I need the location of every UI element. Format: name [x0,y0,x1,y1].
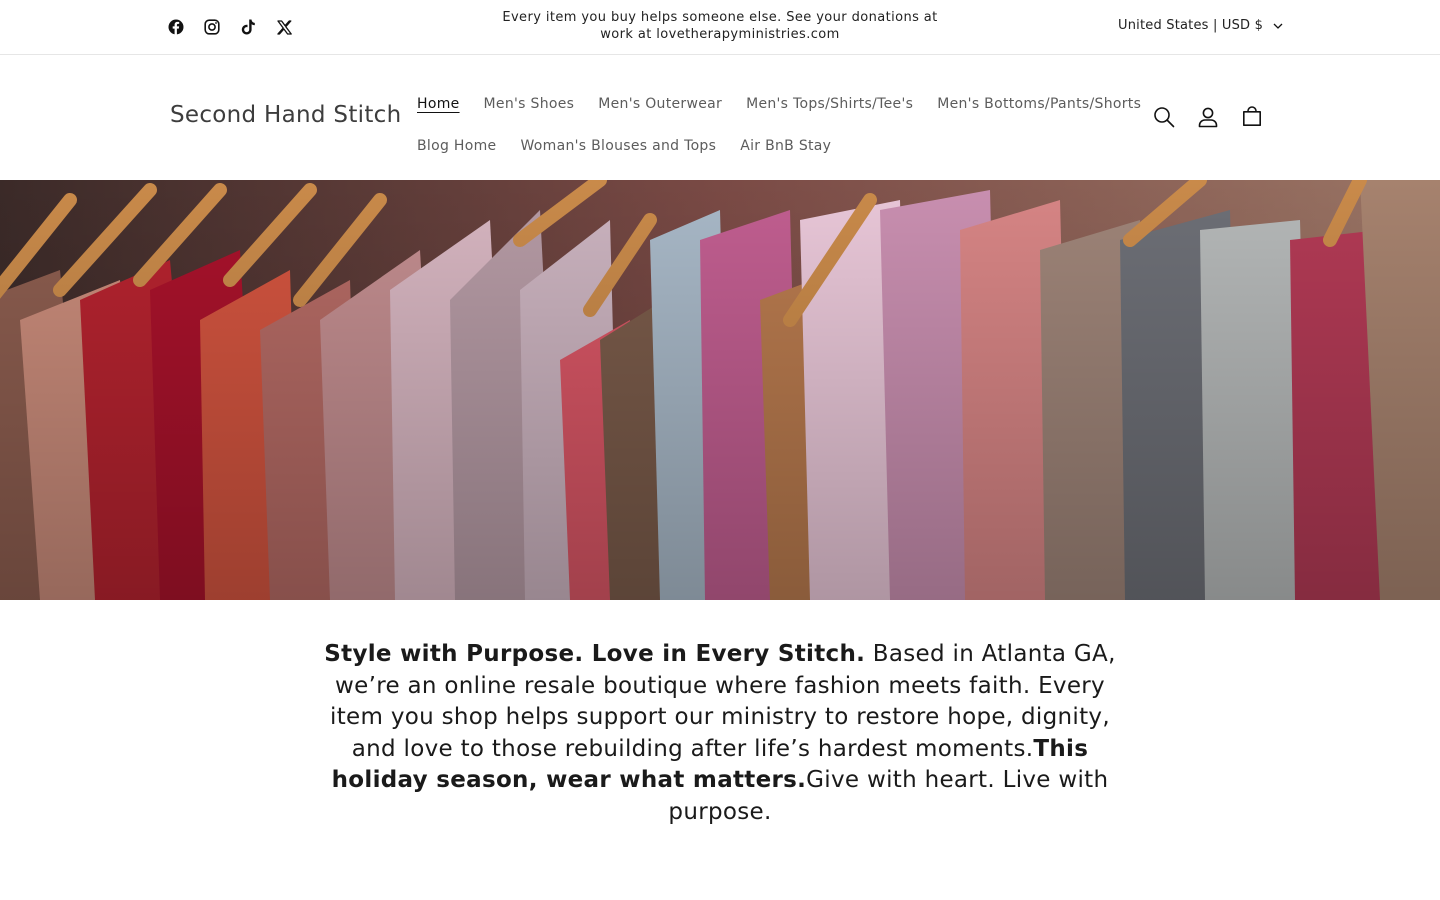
announcement-bar: Every item you buy helps someone else. S… [0,0,1440,55]
main-navigation: Home Men's Shoes Men's Outerwear Men's T… [405,83,1141,167]
nav-item-mens-outerwear[interactable]: Men's Outerwear [586,96,734,112]
nav-item-home[interactable]: Home [405,96,472,112]
intro-headline: Style with Purpose. Love in Every Stitch… [324,641,866,667]
nav-item-mens-bottoms[interactable]: Men's Bottoms/Pants/Shorts [925,96,1153,112]
chevron-down-icon [1273,18,1283,33]
store-logo[interactable]: Second Hand Stitch [170,102,401,128]
x-icon[interactable] [275,18,293,36]
nav-item-airbnb-stay[interactable]: Air BnB Stay [728,138,843,154]
facebook-icon[interactable] [167,18,185,36]
search-icon[interactable] [1152,105,1176,129]
social-links [167,18,293,36]
header-icons [1152,105,1264,129]
nav-item-mens-tops[interactable]: Men's Tops/Shirts/Tee's [734,96,925,112]
announcement-text[interactable]: Every item you buy helps someone else. S… [500,9,940,43]
account-icon[interactable] [1196,105,1220,129]
nav-item-womans-blouses[interactable]: Woman's Blouses and Tops [508,138,728,154]
intro-text-block: Style with Purpose. Love in Every Stitch… [320,639,1120,828]
country-currency-selector[interactable]: United States | USD $ [1118,18,1283,33]
tiktok-icon[interactable] [239,18,257,36]
cart-icon[interactable] [1240,105,1264,129]
hero-banner-image [0,180,1440,600]
nav-item-mens-shoes[interactable]: Men's Shoes [472,96,587,112]
nav-item-blog-home[interactable]: Blog Home [405,138,508,154]
site-header: Second Hand Stitch Home Men's Shoes Men'… [0,55,1440,180]
locale-label: United States | USD $ [1118,18,1264,33]
instagram-icon[interactable] [203,18,221,36]
